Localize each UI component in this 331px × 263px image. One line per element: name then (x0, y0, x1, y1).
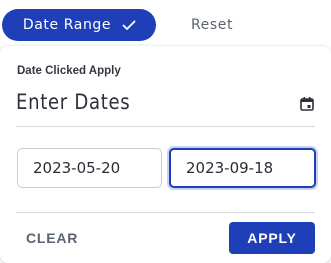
end-date-input[interactable] (169, 148, 316, 188)
start-date-input[interactable] (17, 148, 162, 188)
divider (16, 126, 315, 127)
checkmark-icon (121, 17, 137, 33)
tab-date-range-label: Date Range (22, 17, 112, 33)
panel-heading: Enter Dates (16, 90, 131, 114)
calendar-icon[interactable] (299, 96, 315, 112)
panel-subtitle: Date Clicked Apply (17, 65, 121, 77)
tab-reset[interactable]: Reset (180, 9, 244, 41)
apply-button[interactable]: APPLY (229, 222, 315, 254)
tab-date-range[interactable]: Date Range (2, 9, 156, 41)
clear-button[interactable]: CLEAR (16, 225, 88, 251)
date-panel: Date Clicked Apply Enter Dates CLEAR APP… (0, 46, 331, 263)
date-range-picker: Date Range Reset Date Clicked Apply Ente… (0, 0, 331, 263)
divider (16, 212, 315, 213)
